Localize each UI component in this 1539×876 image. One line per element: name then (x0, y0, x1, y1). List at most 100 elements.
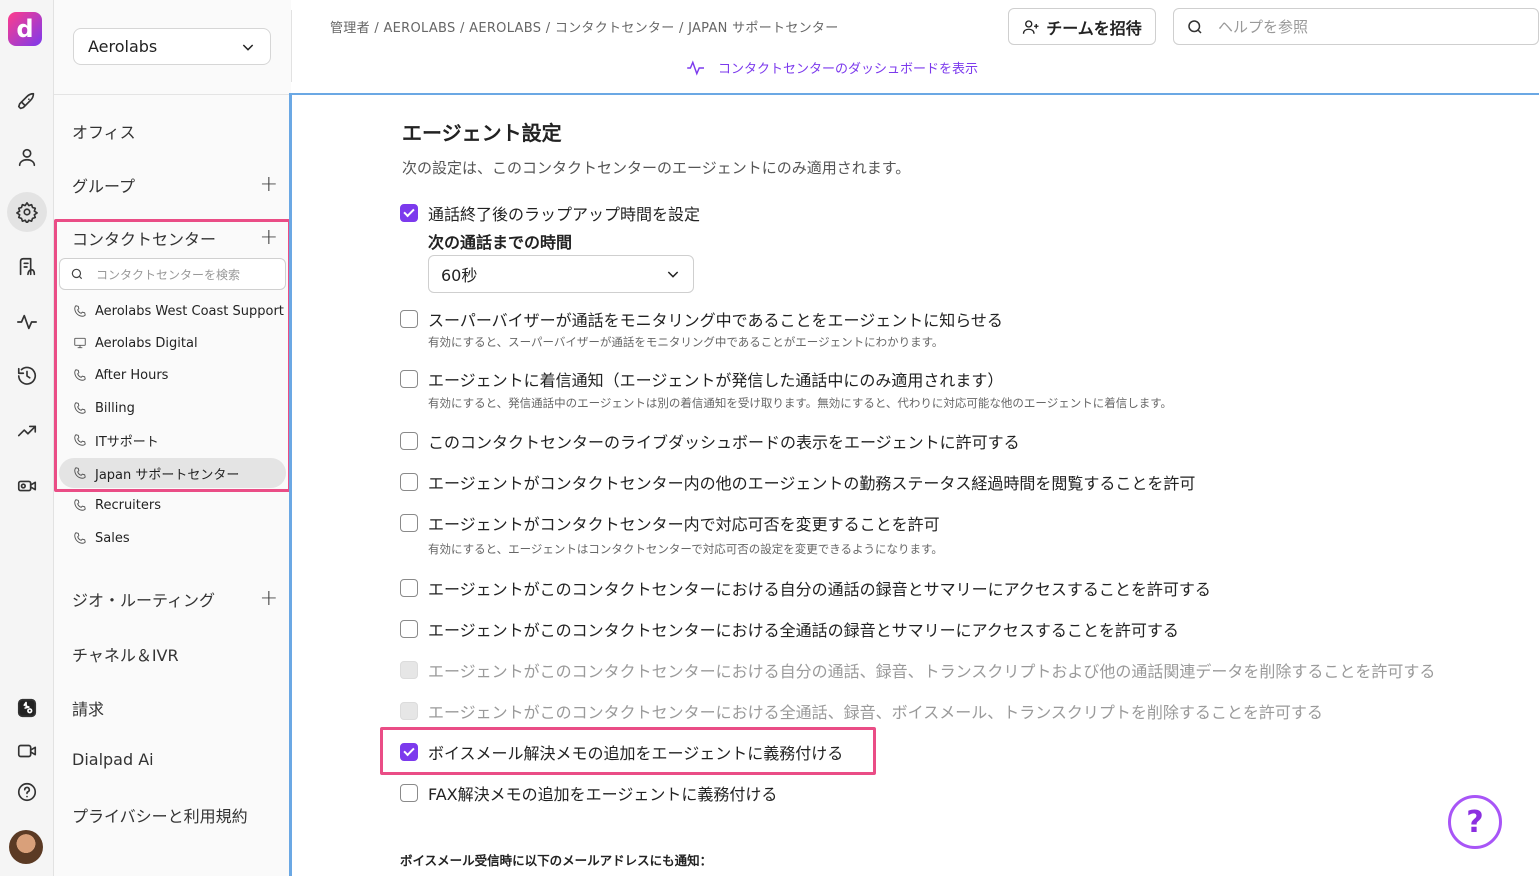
option-checkbox[interactable] (400, 579, 418, 597)
contact-center-label: After Hours (95, 367, 169, 383)
help-button[interactable]: ? (1448, 795, 1502, 849)
option-checkbox[interactable] (400, 743, 418, 761)
sidebar-item-label: オフィス (72, 123, 136, 142)
phone-icon (74, 532, 86, 544)
header-divider (291, 10, 292, 82)
add-user-icon (1023, 19, 1039, 34)
option-row[interactable]: ボイスメール解決メモの追加をエージェントに義務付ける (400, 740, 843, 764)
dialpad-logo-icon[interactable]: d (8, 12, 42, 46)
option-row[interactable]: エージェントがコンタクトセンター内で対応可否を変更することを許可 (400, 511, 940, 535)
option-checkbox[interactable] (400, 473, 418, 491)
contact-center-item[interactable]: Aerolabs Digital (59, 328, 286, 358)
option-row[interactable]: スーパーバイザーが通話をモニタリング中であることをエージェントに知らせる (400, 307, 1003, 331)
contact-center-item[interactable]: Aerolabs West Coast Support (59, 296, 286, 326)
option-row[interactable]: FAX解決メモの追加をエージェントに義務付ける (400, 781, 777, 805)
sidebar-item-label: グループ (72, 177, 136, 196)
option-label: エージェントがこのコンタクトセンターにおける自分の通話、録音、トランスクリプトお… (428, 662, 1436, 681)
option-label: エージェントがこのコンタクトセンターにおける自分の通話の録音とサマリーにアクセス… (428, 580, 1211, 599)
option-label: エージェントに着信通知（エージェントが発信した通話中にのみ適用されます） (428, 371, 1004, 390)
contact-center-item[interactable]: ITサポート (59, 425, 286, 455)
option-label: 通話終了後のラップアップ時間を設定 (428, 205, 701, 224)
contacts-icon[interactable] (7, 247, 47, 287)
option-label: スーパーバイザーが通話をモニタリング中であることをエージェントに知らせる (428, 311, 1003, 330)
option-checkbox[interactable] (400, 784, 418, 802)
option-row-disabled: エージェントがこのコンタクトセンターにおける自分の通話、録音、トランスクリプトお… (400, 658, 1435, 682)
wrapup-checkbox[interactable] (400, 204, 418, 222)
sidebar-item-contact-center[interactable]: コンタクトセンター + (72, 226, 278, 250)
sidebar-item-groups[interactable]: グループ + (72, 173, 278, 197)
option-help-text: 有効にすると、スーパーバイザーが通話をモニタリング中であることがエージェントにわ… (428, 335, 944, 349)
contact-center-label: Aerolabs West Coast Support (95, 303, 284, 319)
help-search-input[interactable]: ヘルプを参照 (1173, 8, 1539, 45)
wrapup-time-label: 次の通話までの時間 (428, 233, 573, 252)
wrapup-time-select[interactable]: 60秒 (428, 255, 694, 293)
option-help-text: 有効にすると、発信通話中のエージェントは別の着信通知を受け取ります。無効にすると… (428, 396, 1173, 410)
add-group-icon[interactable]: + (260, 174, 278, 196)
workspace-select-value: Aerolabs (88, 37, 158, 56)
option-row[interactable]: エージェントがこのコンタクトセンターにおける全通話の録音とサマリーにアクセスする… (400, 617, 1179, 641)
meeting-icon[interactable] (7, 731, 47, 771)
trending-icon[interactable] (7, 411, 47, 451)
user-icon[interactable] (7, 137, 47, 177)
app-rail: d (0, 0, 54, 876)
sidebar-item-privacy[interactable]: プライバシーと利用規約 (72, 803, 278, 827)
wrapup-time-value: 60秒 (441, 266, 478, 285)
option-checkbox[interactable] (400, 370, 418, 388)
sidebar-item-billing[interactable]: 請求 (72, 696, 278, 720)
option-label: エージェントがこのコンタクトセンターにおける全通話、録音、ボイスメール、トランス… (428, 703, 1323, 722)
phone-icon (74, 499, 86, 511)
settings-sidebar: Aerolabs オフィス グループ + コンタクトセンター + コンタクトセン… (54, 0, 291, 876)
option-label: エージェントがこのコンタクトセンターにおける全通話の録音とサマリーにアクセスする… (428, 621, 1179, 640)
page-description: 次の設定は、このコンタクトセンターのエージェントにのみ適用されます。 (402, 159, 911, 177)
contact-center-item[interactable]: Recruiters (59, 490, 286, 520)
rocket-icon[interactable] (7, 82, 47, 122)
agent-settings-panel: エージェント設定 次の設定は、このコンタクトセンターのエージェントにのみ適用され… (289, 93, 1539, 876)
wrapup-checkbox-row[interactable]: 通話終了後のラップアップ時間を設定 (400, 201, 700, 225)
sidebar-item-dialpad-ai[interactable]: Dialpad Ai (72, 750, 278, 769)
activity-icon[interactable] (7, 302, 47, 342)
contact-center-search-placeholder: コンタクトセンターを検索 (96, 267, 241, 282)
sidebar-item-label: ジオ・ルーティング (72, 591, 216, 610)
option-checkbox[interactable] (400, 310, 418, 328)
add-contact-center-icon[interactable]: + (260, 227, 278, 249)
dashboard-link[interactable]: コンタクトセンターのダッシュボードを表示 (686, 58, 978, 77)
video-icon[interactable] (7, 466, 47, 506)
contact-center-search[interactable]: コンタクトセンターを検索 (59, 258, 286, 290)
option-label: エージェントがコンタクトセンター内の他のエージェントの勤務ステータス経過時間を閲… (428, 474, 1196, 493)
add-geo-routing-icon[interactable]: + (260, 588, 278, 610)
contact-center-item-selected[interactable]: Japan サポートセンター (59, 458, 286, 488)
option-checkbox[interactable] (400, 620, 418, 638)
dashboard-link-label: コンタクトセンターのダッシュボードを表示 (718, 62, 979, 77)
option-row[interactable]: エージェントがこのコンタクトセンターにおける自分の通話の録音とサマリーにアクセス… (400, 576, 1211, 600)
sidebar-item-label: プライバシーと利用規約 (72, 807, 248, 826)
phone-icon (74, 434, 86, 446)
sidebar-item-label: コンタクトセンター (72, 230, 217, 249)
dialpad-app-icon[interactable] (7, 688, 47, 728)
sidebar-item-label: チャネル＆IVR (72, 646, 179, 665)
help-circle-icon[interactable] (7, 772, 47, 812)
contact-center-item[interactable]: Billing (59, 393, 286, 423)
option-row[interactable]: エージェントがコンタクトセンター内の他のエージェントの勤務ステータス経過時間を閲… (400, 470, 1195, 494)
option-checkbox-disabled (400, 661, 418, 679)
sidebar-divider (54, 94, 291, 95)
invite-team-button[interactable]: チームを招待 (1008, 8, 1156, 45)
option-help-text: 有効にすると、エージェントはコンタクトセンターで対応可否の設定を変更できるように… (428, 542, 943, 556)
option-checkbox[interactable] (400, 432, 418, 450)
gear-icon[interactable] (7, 192, 47, 232)
option-checkbox[interactable] (400, 514, 418, 532)
avatar[interactable] (9, 830, 43, 864)
contact-center-item[interactable]: Sales (59, 523, 286, 553)
option-row[interactable]: エージェントに着信通知（エージェントが発信した通話中にのみ適用されます） (400, 367, 1003, 391)
sidebar-item-office[interactable]: オフィス (72, 119, 278, 143)
sidebar-item-channels-ivr[interactable]: チャネル＆IVR (72, 642, 278, 666)
breadcrumb[interactable]: 管理者 / AEROLABS / AEROLABS / コンタクトセンター / … (330, 17, 839, 36)
sidebar-item-geo-routing[interactable]: ジオ・ルーティング + (72, 587, 278, 611)
contact-center-item[interactable]: After Hours (59, 360, 286, 390)
contact-center-label: Recruiters (95, 497, 162, 513)
workspace-select[interactable]: Aerolabs (73, 28, 271, 65)
history-icon[interactable] (7, 356, 47, 396)
option-row[interactable]: このコンタクトセンターのライブダッシュボードの表示をエージェントに許可する (400, 429, 1020, 453)
activity-icon (687, 59, 704, 76)
search-icon (71, 268, 83, 280)
help-search-placeholder: ヘルプを参照 (1218, 18, 1309, 36)
